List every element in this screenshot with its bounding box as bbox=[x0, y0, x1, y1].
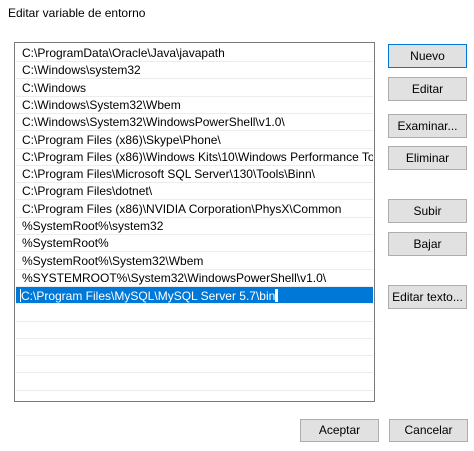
list-item[interactable]: C:\Program Files (x86)\Windows Kits\10\W… bbox=[16, 149, 373, 166]
list-item[interactable]: %SystemRoot% bbox=[16, 235, 373, 253]
path-edit-field[interactable]: C:\Program Files\MySQL\MySQL Server 5.7\… bbox=[19, 288, 280, 304]
list-item-empty bbox=[16, 339, 373, 357]
path-edit-value: C:\Program Files\MySQL\MySQL Server 5.7\… bbox=[21, 289, 276, 304]
browse-button[interactable]: Examinar... bbox=[388, 114, 467, 138]
move-down-button[interactable]: Bajar bbox=[388, 232, 467, 256]
list-item[interactable]: C:\Program Files\dotnet\ bbox=[16, 183, 373, 201]
edit-text-button[interactable]: Editar texto... bbox=[388, 285, 467, 309]
list-item[interactable]: %SystemRoot%\System32\Wbem bbox=[16, 253, 373, 270]
list-item-empty bbox=[16, 356, 373, 374]
ok-button[interactable]: Aceptar bbox=[300, 419, 379, 442]
edit-env-variable-dialog: Editar variable de entorno C:\ProgramDat… bbox=[0, 0, 474, 451]
list-item-empty bbox=[16, 322, 373, 339]
list-item[interactable]: C:\Windows\System32\Wbem bbox=[16, 97, 373, 114]
list-item[interactable]: %SystemRoot%\system32 bbox=[16, 218, 373, 235]
list-item-empty bbox=[16, 305, 373, 322]
list-item[interactable]: C:\Windows\system32 bbox=[16, 62, 373, 80]
title-bar: Editar variable de entorno bbox=[0, 0, 474, 30]
cancel-button[interactable]: Cancelar bbox=[389, 419, 468, 442]
list-item[interactable]: C:\Program Files\Microsoft SQL Server\13… bbox=[16, 166, 373, 184]
dialog-title: Editar variable de entorno bbox=[8, 6, 146, 20]
list-item-empty bbox=[16, 391, 373, 401]
list-item[interactable]: C:\Windows\System32\WindowsPowerShell\v1… bbox=[16, 114, 373, 132]
new-button[interactable]: Nuevo bbox=[388, 44, 467, 68]
list-item[interactable]: C:\ProgramData\Oracle\Java\javapath bbox=[16, 45, 373, 62]
list-item[interactable]: C:\Program Files (x86)\Skype\Phone\ bbox=[16, 132, 373, 149]
list-item[interactable]: C:\Windows bbox=[16, 80, 373, 97]
path-list[interactable]: C:\ProgramData\Oracle\Java\javapath C:\Wi… bbox=[14, 42, 375, 402]
list-item[interactable]: %SYSTEMROOT%\System32\WindowsPowerShell\… bbox=[16, 270, 373, 287]
list-item-editing[interactable]: C:\Program Files\MySQL\MySQL Server 5.7\… bbox=[16, 287, 373, 305]
list-item-empty bbox=[16, 374, 373, 391]
move-up-button[interactable]: Subir bbox=[388, 199, 467, 223]
edit-button[interactable]: Editar bbox=[388, 77, 467, 101]
delete-button[interactable]: Eliminar bbox=[388, 146, 467, 170]
list-item[interactable]: C:\Program Files (x86)\NVIDIA Corporatio… bbox=[16, 201, 373, 218]
